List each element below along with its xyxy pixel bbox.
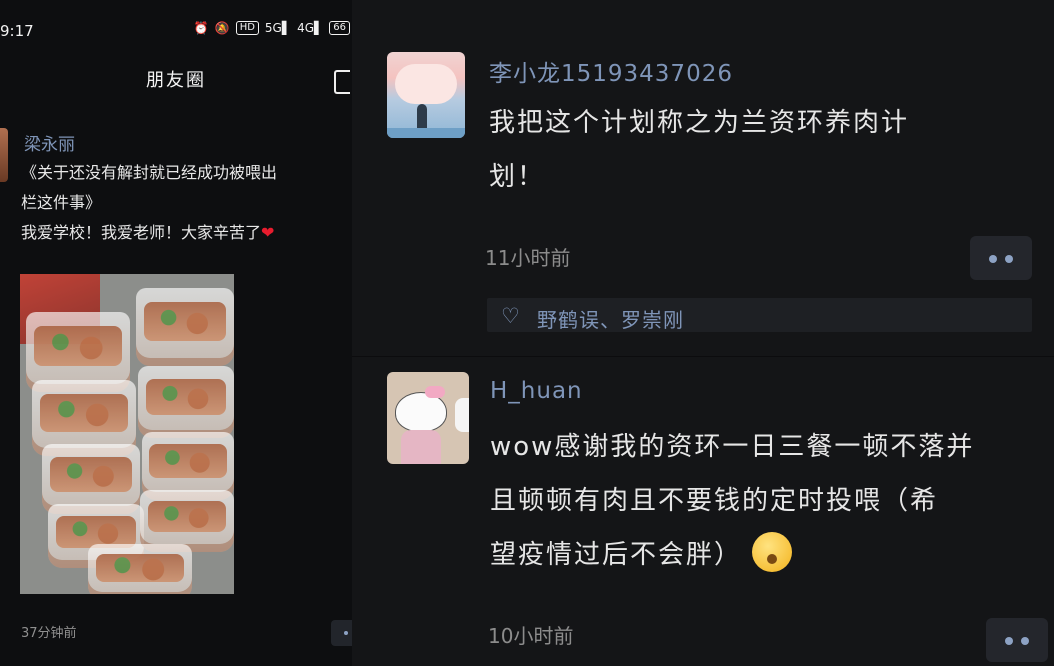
signal-4g-icon: 4G▌ [297,21,324,35]
camera-icon[interactable] [334,70,350,94]
food-cup [138,366,234,438]
comment-text: wow感谢我的资环一日三餐一顿不落并 且顿顿有肉且不要钱的定时投喂（希 望疫情过… [490,420,1030,582]
status-icons: ⏰ 🔕 HD 5G▌ 4G▌ 66 [194,20,350,36]
comment-author[interactable]: 李小龙15193437026 [489,54,733,88]
status-bar: 9:17 ⏰ 🔕 HD 5G▌ 4G▌ 66 [0,14,352,46]
more-dot-icon [989,255,997,263]
screen: 9:17 ⏰ 🔕 HD 5G▌ 4G▌ 66 朋友圈 梁永丽 《关于还没有解封就… [0,0,1054,666]
bow-image [425,386,445,398]
post-text: 《关于还没有解封就已经成功被喂出 栏这件事》 我爱学校！我爱老师！大家辛苦了❤ [21,158,353,248]
likes-bar: ♡ 野鹤误、罗崇刚 [487,298,1032,332]
comment-time: 11小时前 [485,246,571,270]
food-cup [136,288,234,366]
battery-icon: 66 [329,21,350,35]
signal-4g-label: 4G [297,21,315,35]
post-photo[interactable] [20,274,234,594]
more-dot-icon [1005,637,1013,645]
post-text-line-2: 栏这件事》 [21,193,102,212]
signal-5g-label: 5G [264,21,282,35]
mute-icon: 🔕 [214,21,230,35]
hello-kitty-image [395,392,447,432]
heart-outline-icon: ♡ [501,304,520,328]
kitty-body-image [401,430,441,464]
more-dot-icon [1021,637,1029,645]
more-dot-icon [344,631,348,635]
avatar[interactable] [0,128,8,182]
more-dot-icon [1005,255,1013,263]
avatar[interactable] [387,372,469,464]
sea-image [387,128,465,138]
comment-author[interactable]: H_huan [490,378,583,404]
kitty-image [455,398,469,432]
signal-5g-icon: 5G▌ [264,21,292,35]
post-author[interactable]: 梁永丽 [24,130,75,155]
food-cup [88,544,192,594]
hd-icon: HD [235,21,259,35]
heart-icon: ❤ [261,223,275,242]
more-button[interactable] [331,620,353,646]
page-title: 朋友圈 [146,70,206,91]
alarm-icon: ⏰ [193,21,209,35]
person-silhouette [417,104,427,128]
more-button[interactable] [986,618,1048,662]
comment-text: 我把这个计划称之为兰资环养肉计 划！ [489,108,910,192]
likes-names[interactable]: 野鹤误、罗崇刚 [537,304,684,333]
status-time: 9:17 [0,22,34,40]
moments-panel: 9:17 ⏰ 🔕 HD 5G▌ 4G▌ 66 朋友圈 梁永丽 《关于还没有解封就… [0,0,353,666]
yawn-emoji-icon [752,531,793,572]
food-cup [140,490,234,552]
more-button[interactable] [970,236,1032,280]
cloud-image [395,64,457,104]
comment-text-body: wow感谢我的资环一日三餐一顿不落并 且顿顿有肉且不要钱的定时投喂（希 望疫情过… [490,432,975,570]
avatar[interactable] [387,52,465,138]
post-text-line-1: 《关于还没有解封就已经成功被喂出 [21,163,278,182]
post-text-line-3: 我爱学校！我爱老师！大家辛苦了 [21,223,262,242]
divider [352,356,1054,357]
comment-time: 10小时前 [488,624,574,648]
post-time: 37分钟前 [21,626,77,641]
